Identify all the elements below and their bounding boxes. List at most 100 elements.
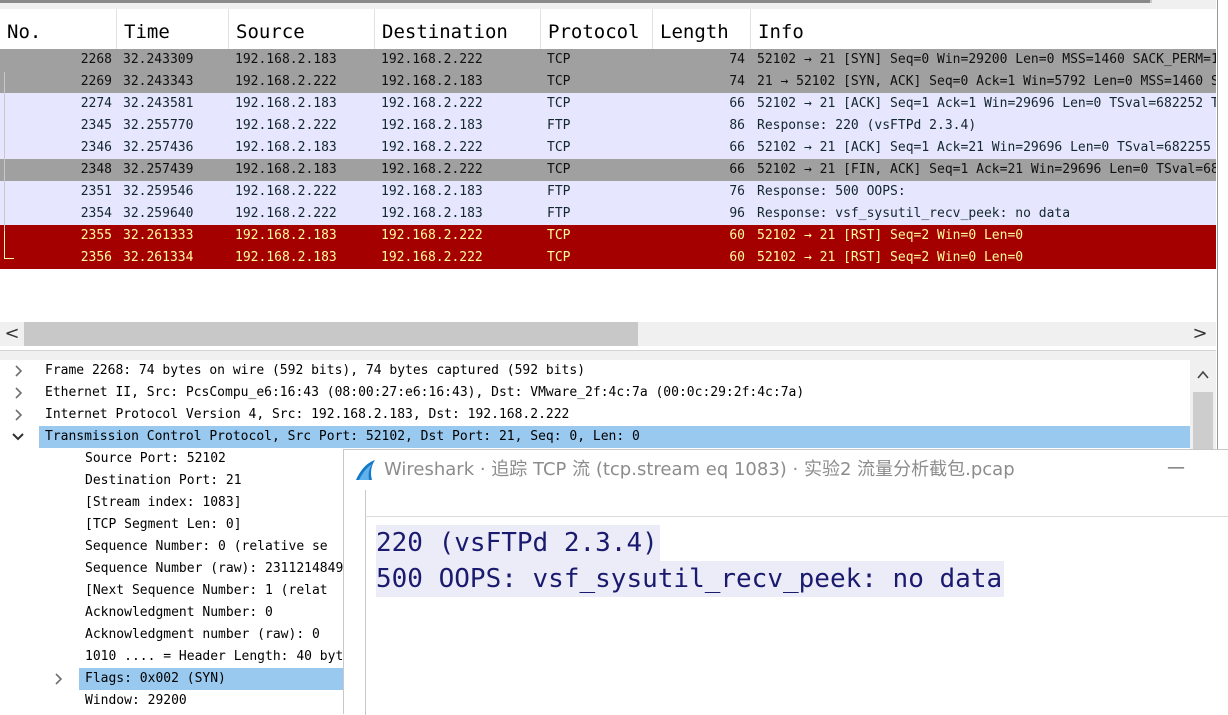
packet-number: 2351 xyxy=(80,184,112,199)
packet-row[interactable]: 2274 32.243581 192.168.2.183 192.168.2.222 T… xyxy=(0,93,1216,115)
packet-protocol: FTP xyxy=(547,118,571,133)
detail-tree-label: [Next Sequence Number: 1 (relat xyxy=(85,583,328,598)
detail-tree-label: [Stream index: 1083] xyxy=(85,495,242,510)
column-header-protocol[interactable]: Protocol xyxy=(541,9,653,49)
packet-destination: 192.168.2.222 xyxy=(381,162,483,177)
detail-tree-label: Destination Port: 21 xyxy=(85,473,242,488)
packet-time: 32.243309 xyxy=(123,52,194,67)
packet-protocol: TCP xyxy=(547,250,571,265)
toolbar-strip xyxy=(0,0,1216,9)
packet-time: 32.257439 xyxy=(123,162,194,177)
packet-destination: 192.168.2.183 xyxy=(381,206,483,221)
column-header-no[interactable]: No. xyxy=(0,9,117,49)
detail-tree-label: Acknowledgment number (raw): 0 xyxy=(85,627,320,642)
column-header-length[interactable]: Length xyxy=(653,9,751,49)
packet-destination: 192.168.2.222 xyxy=(381,52,483,67)
toolbar-scroll-track xyxy=(0,0,1150,3)
detail-tree-label: Transmission Control Protocol, Src Port:… xyxy=(45,429,640,444)
packet-number: 2348 xyxy=(80,162,112,177)
packet-time: 32.261333 xyxy=(123,228,194,243)
packet-protocol: TCP xyxy=(547,140,571,155)
stream-content-area[interactable]: 220 (vsFTPd 2.3.4) 500 OOPS: vsf_sysutil… xyxy=(344,490,1228,715)
packet-source: 192.168.2.222 xyxy=(235,74,337,89)
packet-source: 192.168.2.183 xyxy=(235,250,337,265)
horizontal-scroll-thumb[interactable] xyxy=(24,322,638,346)
packet-number: 2268 xyxy=(80,52,112,67)
packet-number: 2356 xyxy=(80,250,112,265)
detail-tree-label: Source Port: 52102 xyxy=(85,451,226,466)
packet-length: 66 xyxy=(729,140,745,155)
packet-source: 192.168.2.222 xyxy=(235,184,337,199)
packet-row[interactable]: 2348 32.257439 192.168.2.183 192.168.2.222 T… xyxy=(0,159,1216,181)
packet-info: 52102 → 21 [FIN, ACK] Seq=1 Ack=21 Win=2… xyxy=(757,162,1216,177)
packet-info: 52102 → 21 [ACK] Seq=1 Ack=1 Win=29696 L… xyxy=(757,96,1216,111)
detail-tree-label: Internet Protocol Version 4, Src: 192.16… xyxy=(45,407,570,422)
packet-source: 192.168.2.183 xyxy=(235,162,337,177)
horizontal-scrollbar[interactable]: < > xyxy=(0,322,1216,346)
packet-protocol: TCP xyxy=(547,74,571,89)
packet-info: 52102 → 21 [SYN] Seq=0 Win=29200 Len=0 M… xyxy=(757,52,1216,67)
pane-splitter[interactable] xyxy=(0,350,1216,360)
packet-time: 32.243343 xyxy=(123,74,194,89)
column-header-info[interactable]: Info xyxy=(751,9,1216,49)
packet-time: 32.259640 xyxy=(123,206,194,221)
packet-row[interactable]: 2355 32.261333 192.168.2.183 192.168.2.222 T… xyxy=(0,225,1216,247)
packet-time: 32.257436 xyxy=(123,140,194,155)
packet-length: 76 xyxy=(729,184,745,199)
detail-tree-item[interactable]: Transmission Control Protocol, Src Port:… xyxy=(0,426,1190,448)
scroll-right-icon[interactable]: > xyxy=(1188,322,1212,346)
column-header-destination[interactable]: Destination xyxy=(375,9,541,49)
packet-row[interactable]: 2356 32.261334 192.168.2.183 192.168.2.222 T… xyxy=(0,247,1216,269)
packet-protocol: FTP xyxy=(547,184,571,199)
packet-length: 60 xyxy=(729,228,745,243)
packet-number: 2274 xyxy=(80,96,112,111)
packet-length: 66 xyxy=(729,96,745,111)
conversation-indicator-red xyxy=(4,231,5,259)
packet-row[interactable]: 2351 32.259546 192.168.2.222 192.168.2.183 F… xyxy=(0,181,1216,203)
detail-tree-label: Flags: 0x002 (SYN) xyxy=(85,671,226,686)
detail-tree-label: 1010 .... = Header Length: 40 byte xyxy=(85,649,352,664)
packet-source: 192.168.2.183 xyxy=(235,96,337,111)
packet-protocol: TCP xyxy=(547,52,571,67)
packet-info: 52102 → 21 [ACK] Seq=1 Ack=21 Win=29696 … xyxy=(757,140,1216,155)
packet-destination: 192.168.2.183 xyxy=(381,74,483,89)
packet-destination: 192.168.2.222 xyxy=(381,228,483,243)
packet-time: 32.259546 xyxy=(123,184,194,199)
packet-number: 2345 xyxy=(80,118,112,133)
detail-tree-item[interactable]: Ethernet II, Src: PcsCompu_e6:16:43 (08:… xyxy=(0,382,1190,404)
detail-tree-label: Sequence Number: 0 (relative se xyxy=(85,539,328,554)
detail-tree-label: Acknowledgment Number: 0 xyxy=(85,605,273,620)
stream-line-server-banner: 220 (vsFTPd 2.3.4) xyxy=(376,525,660,561)
packet-info: 21 → 52102 [SYN, ACK] Seq=0 Ack=1 Win=57… xyxy=(757,74,1216,89)
packet-row[interactable]: 2268 32.243309 192.168.2.183 192.168.2.222 T… xyxy=(0,49,1216,71)
packet-destination: 192.168.2.183 xyxy=(381,118,483,133)
packet-protocol: TCP xyxy=(547,96,571,111)
packet-source: 192.168.2.222 xyxy=(235,118,337,133)
detail-tree-item[interactable]: Frame 2268: 74 bytes on wire (592 bits),… xyxy=(0,360,1190,382)
packet-length: 96 xyxy=(729,206,745,221)
stream-line-server-error: 500 OOPS: vsf_sysutil_recv_peek: no data xyxy=(376,561,1005,597)
scroll-up-icon[interactable] xyxy=(1190,360,1216,390)
packet-info: 52102 → 21 [RST] Seq=2 Win=0 Len=0 xyxy=(757,250,1024,265)
packet-row[interactable]: 2354 32.259640 192.168.2.222 192.168.2.183 F… xyxy=(0,203,1216,225)
packet-source: 192.168.2.183 xyxy=(235,52,337,67)
follow-tcp-stream-window: Wireshark · 追踪 TCP 流 (tcp.stream eq 1083… xyxy=(343,449,1228,715)
vertical-scroll-thumb[interactable] xyxy=(1193,392,1213,452)
packet-number: 2269 xyxy=(80,74,112,89)
packet-row[interactable]: 2269 32.243343 192.168.2.222 192.168.2.183 T… xyxy=(0,71,1216,93)
toolbar-divider xyxy=(1150,0,1152,3)
packet-number: 2354 xyxy=(80,206,112,221)
column-header-time[interactable]: Time xyxy=(117,9,229,49)
minimize-button[interactable]: — xyxy=(1156,450,1196,490)
packet-row[interactable]: 2345 32.255770 192.168.2.222 192.168.2.183 F… xyxy=(0,115,1216,137)
stream-window-titlebar[interactable]: Wireshark · 追踪 TCP 流 (tcp.stream eq 1083… xyxy=(344,450,1228,490)
packet-number: 2355 xyxy=(80,228,112,243)
detail-tree-item[interactable]: Internet Protocol Version 4, Src: 192.16… xyxy=(0,404,1190,426)
packet-row[interactable]: 2346 32.257436 192.168.2.183 192.168.2.222 T… xyxy=(0,137,1216,159)
detail-tree-label: Ethernet II, Src: PcsCompu_e6:16:43 (08:… xyxy=(45,385,805,400)
column-header-source[interactable]: Source xyxy=(229,9,375,49)
detail-tree-label: [TCP Segment Len: 0] xyxy=(85,517,242,532)
scroll-left-icon[interactable]: < xyxy=(0,322,24,346)
packet-number: 2346 xyxy=(80,140,112,155)
packet-protocol: TCP xyxy=(547,162,571,177)
